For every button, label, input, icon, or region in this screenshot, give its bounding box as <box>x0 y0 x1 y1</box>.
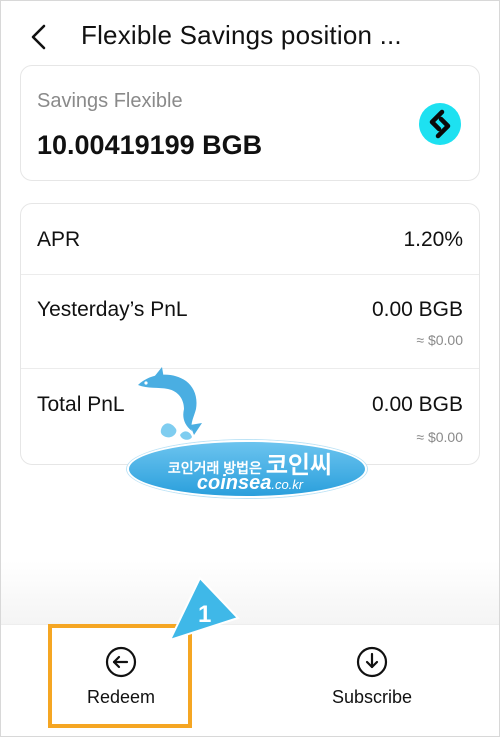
total-pnl-usd: ≈ $0.00 <box>416 429 463 445</box>
product-name: Savings Flexible <box>37 90 183 112</box>
position-amount: 10.00419199 BGB <box>37 130 263 160</box>
savings-summary-card: Savings Flexible 10.00419199 BGB <box>20 65 480 181</box>
total-pnl-label: Total PnL <box>37 393 125 416</box>
subscribe-label: Subscribe <box>331 687 413 707</box>
subscribe-button[interactable]: Subscribe <box>272 625 472 737</box>
bitget-logo-icon <box>419 103 461 145</box>
yesterday-pnl-row: Yesterday’s PnL 0.00 BGB ≈ $0.00 <box>21 275 479 368</box>
step-marker-triangle: 1 <box>168 576 240 642</box>
step-number: 1 <box>198 601 211 628</box>
redeem-label: Redeem <box>86 687 156 707</box>
bottom-fade <box>1 560 499 626</box>
back-button[interactable] <box>22 20 56 54</box>
yesterday-pnl-usd: ≈ $0.00 <box>416 332 463 348</box>
watermark-domain-name: coinsea <box>196 472 272 494</box>
chevron-left-icon <box>31 24 46 50</box>
apr-label: APR <box>37 228 81 251</box>
dolphin-icon <box>138 367 202 440</box>
watermark-domain-tld: .co.kr <box>271 477 304 492</box>
yesterday-pnl-value: 0.00 BGB <box>371 298 463 321</box>
bottom-action-bar: Redeem Subscribe <box>1 624 499 736</box>
watermark-domain: coinsea.co.kr <box>155 472 345 495</box>
page-title: Flexible Savings position ... <box>81 20 402 50</box>
coinsea-watermark: 코인거래 방법은 코인씨 coinsea.co.kr <box>120 365 370 505</box>
arrow-left-circle-icon <box>105 646 137 678</box>
apr-row: APR 1.20% <box>21 204 479 274</box>
yesterday-pnl-label: Yesterday’s PnL <box>37 298 188 321</box>
apr-value: 1.20% <box>403 228 463 251</box>
total-pnl-value: 0.00 BGB <box>371 393 463 416</box>
arrow-down-circle-icon <box>356 646 388 678</box>
